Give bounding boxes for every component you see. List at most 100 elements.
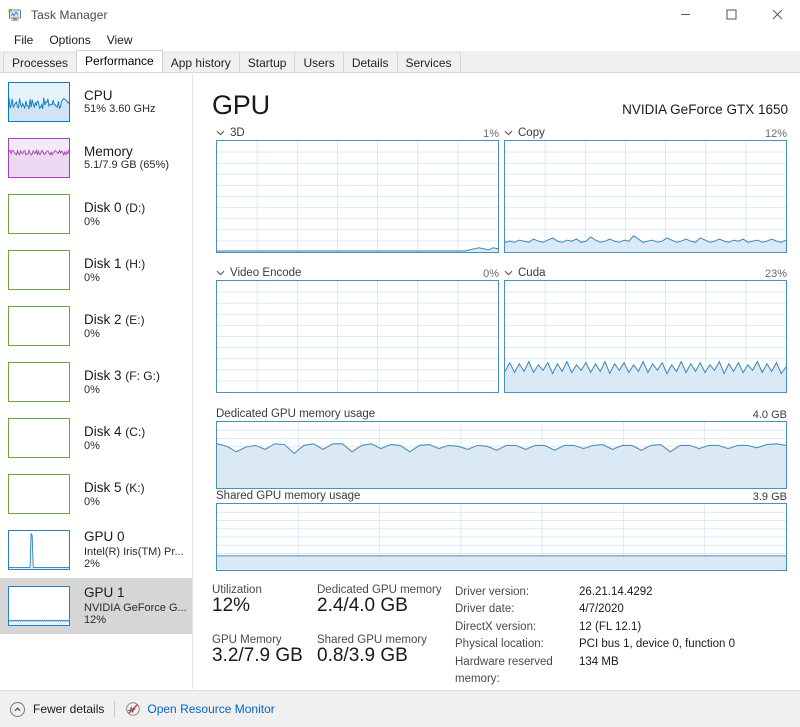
sidebar-item-name: Disk 3 (84, 367, 122, 383)
sidebar-item-name: Disk 4 (84, 423, 122, 439)
graph-3d (216, 140, 499, 253)
sidebar-item-cpu[interactable]: CPU 51% 3.60 GHz (0, 74, 192, 130)
panel-header: GPU (212, 90, 270, 121)
sidebar-item-detail: (H:) (125, 256, 146, 271)
resource-monitor-icon[interactable] (125, 701, 141, 717)
sidebar-item-disk-0[interactable]: Disk 0 (D:) 0% (0, 186, 192, 242)
gpu-performance-panel: GPU NVIDIA GeForce GTX 1650 3D 1% Copy 12%… (194, 74, 800, 689)
title-bar: Task Manager (0, 0, 800, 29)
sidebar-item-disk-2[interactable]: Disk 2 (E:) 0% (0, 298, 192, 354)
info-key: Driver date: (455, 603, 515, 616)
tab-users[interactable]: Users (294, 52, 344, 72)
info-row: Physical location: PCI bus 1, device 0, f… (455, 636, 795, 653)
minimize-button[interactable] (662, 0, 708, 29)
chevron-up-icon[interactable] (10, 701, 25, 717)
sidebar-item-text: GPU 0 Intel(R) Iris(TM) Pr... 2% (84, 529, 184, 571)
mini-graph (8, 530, 70, 570)
sidebar-item-disk-4[interactable]: Disk 4 (C:) 0% (0, 410, 192, 466)
sidebar-item-name: Disk 5 (84, 479, 122, 495)
sidebar-item-title: Disk 3 (F: G:) (84, 368, 160, 384)
tab-services[interactable]: Services (396, 52, 461, 72)
stat-gpu-memory: GPU Memory 3.2/7.9 GB (212, 634, 322, 667)
stat-gpu-memory-value: 3.2/7.9 GB (212, 645, 303, 666)
fewer-details-button[interactable]: Fewer details (33, 702, 104, 716)
sidebar-item-text: GPU 1 NVIDIA GeForce G... 12% (84, 585, 187, 627)
sidebar-item-value: 0% (84, 327, 100, 340)
sidebar-item-value: 51% 3.60 GHz (84, 103, 156, 116)
tab-performance[interactable]: Performance (76, 50, 163, 72)
stat-dedicated-gpu-memory-value: 2.4/4.0 GB (317, 595, 408, 616)
sidebar-item-text: Disk 3 (F: G:) 0% (84, 368, 160, 396)
sidebar-item-title: Disk 0 (D:) (84, 200, 145, 216)
info-row: Hardware reserved memory: 134 MB (455, 654, 795, 689)
menu-item-file[interactable]: File (6, 30, 41, 50)
info-row: Driver version: 26.21.14.4292 (455, 584, 795, 601)
page-title: GPU (212, 90, 270, 120)
stat-dedicated-gpu-memory: Dedicated GPU memory 2.4/4.0 GB (317, 584, 457, 617)
device-name: NVIDIA GeForce GTX 1650 (622, 102, 788, 117)
status-bar: Fewer details Open Resource Monitor (0, 690, 800, 727)
sidebar-item-value: 5.1/7.9 GB (65%) (84, 159, 169, 172)
open-resource-monitor-link[interactable]: Open Resource Monitor (147, 702, 274, 716)
sidebar-item-detail: (E:) (125, 312, 145, 327)
info-value: 4/7/2020 (579, 603, 624, 616)
graph-cuda (504, 280, 787, 393)
graph-copy (504, 140, 787, 253)
mini-graph (8, 362, 70, 402)
info-value: PCI bus 1, device 0, function 0 (579, 638, 735, 651)
sidebar-item-value: 12% (84, 614, 107, 627)
status-bar-divider (114, 701, 116, 717)
tab-app-history[interactable]: App history (161, 52, 240, 72)
sidebar-item-value: 0% (84, 439, 100, 452)
sidebar-item-detail: (F: G:) (125, 368, 160, 383)
gpu-info-list: Driver version: 26.21.14.4292 Driver date:… (455, 584, 795, 688)
sidebar-item-title: Disk 1 (H:) (84, 256, 145, 272)
task-manager-window: Task Manager File Options View Processes… (0, 0, 800, 727)
tab-bar: Processes Performance App history Startu… (0, 50, 800, 73)
menu-item-view[interactable]: View (99, 30, 141, 50)
info-key: Hardware reserved memory: (455, 655, 553, 686)
menu-item-options[interactable]: Options (41, 30, 98, 50)
close-button[interactable] (754, 0, 800, 29)
mini-graph (8, 306, 70, 346)
tab-details[interactable]: Details (342, 52, 398, 72)
stat-shared-gpu-memory-value: 0.8/3.9 GB (317, 645, 408, 666)
tab-processes[interactable]: Processes (3, 52, 78, 72)
info-row: DirectX version: 12 (FL 12.1) (455, 619, 795, 636)
sidebar-item-name: GPU 1 (84, 585, 125, 601)
sidebar-item-gpu-1[interactable]: GPU 1 NVIDIA GeForce G... 12% (0, 578, 192, 634)
sidebar-item-title: Disk 4 (C:) (84, 424, 145, 440)
sidebar-item-subtitle: Intel(R) Iris(TM) Pr... (84, 545, 184, 558)
sidebar-item-disk-3[interactable]: Disk 3 (F: G:) 0% (0, 354, 192, 410)
sidebar-item-title: GPU 0 (84, 529, 184, 545)
graph-dedicated-memory (216, 421, 787, 489)
sidebar-item-value: 0% (84, 271, 100, 284)
info-key: DirectX version: (455, 620, 537, 633)
mini-graph (8, 82, 70, 122)
sidebar-item-disk-5[interactable]: Disk 5 (K:) 0% (0, 466, 192, 522)
info-key: Driver version: (455, 586, 530, 598)
graph-value-graph-video-encode: 0% (483, 268, 499, 280)
sidebar-item-memory[interactable]: Memory 5.1/7.9 GB (65%) (0, 130, 192, 186)
sidebar-item-text: Disk 1 (H:) 0% (84, 256, 145, 284)
resource-list[interactable]: CPU 51% 3.60 GHz Memory 5.1/7.9 GB (65%) Dis… (0, 74, 193, 689)
maximize-button[interactable] (708, 0, 754, 29)
mini-graph (8, 250, 70, 290)
sidebar-item-value: 2% (84, 558, 100, 571)
sidebar-item-title: Memory (84, 144, 169, 160)
tab-startup[interactable]: Startup (238, 52, 296, 72)
sidebar-item-name: Disk 2 (84, 311, 122, 327)
sidebar-item-disk-1[interactable]: Disk 1 (H:) 0% (0, 242, 192, 298)
mini-graph (8, 418, 70, 458)
sidebar-item-subtitle: NVIDIA GeForce G... (84, 601, 187, 614)
sidebar-item-gpu-0[interactable]: GPU 0 Intel(R) Iris(TM) Pr... 2% (0, 522, 192, 578)
stat-utilization-value: 12% (212, 595, 251, 616)
mini-graph (8, 138, 70, 178)
sidebar-item-title: Disk 2 (E:) (84, 312, 145, 328)
sidebar-item-text: Disk 2 (E:) 0% (84, 312, 145, 340)
sidebar-item-detail: (C:) (125, 424, 146, 439)
sidebar-item-value: 0% (84, 215, 100, 228)
task-manager-icon (7, 7, 23, 23)
mini-graph (8, 586, 70, 626)
graph-shared-memory (216, 503, 787, 571)
